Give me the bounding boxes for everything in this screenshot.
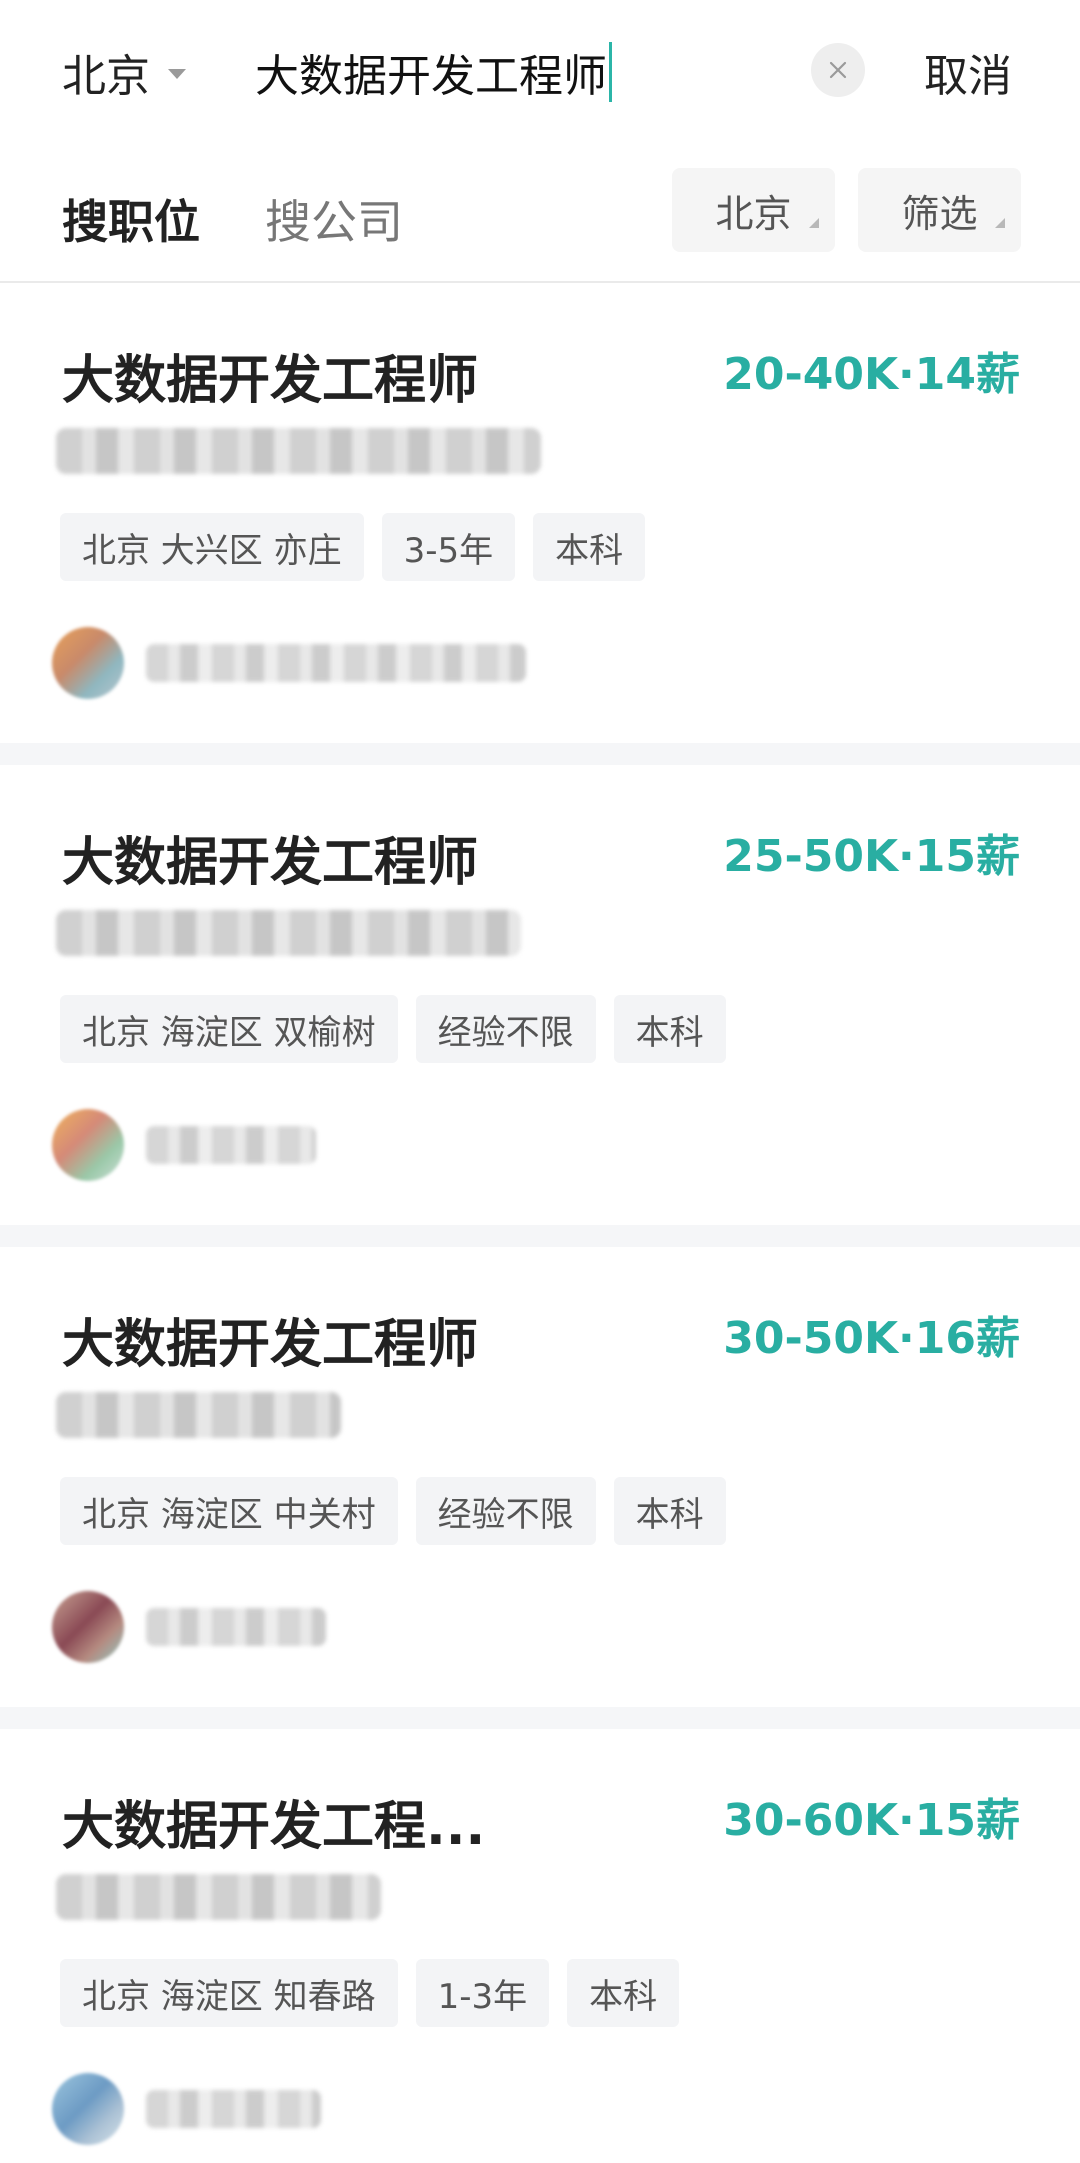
- company-info-blurred: [56, 1874, 381, 1920]
- job-title: 大数据开发工程师: [62, 833, 479, 893]
- tab-jobs[interactable]: 搜职位: [62, 186, 200, 252]
- clear-search-button[interactable]: [811, 43, 865, 97]
- company-info-blurred: [56, 1392, 341, 1438]
- recruiter-info-blurred: [146, 2090, 321, 2128]
- search-type-tabs: 搜职位 搜公司 北京 筛选: [0, 160, 1080, 270]
- caret-down-icon: [168, 69, 186, 79]
- job-card[interactable]: 大数据开发工程师 20-40K·14薪 北京 大兴区 亦庄 3-5年 本科: [0, 283, 1080, 743]
- experience-tag: 3-5年: [381, 513, 516, 581]
- location-tag: 北京 海淀区 知春路: [60, 1959, 398, 2027]
- avatar: [52, 2073, 124, 2145]
- corner-triangle-icon: [995, 218, 1005, 228]
- job-title: 大数据开发工程师: [62, 1315, 479, 1375]
- education-tag: 本科: [613, 995, 726, 1063]
- job-salary: 20-40K·14薪: [723, 349, 1020, 400]
- education-tag: 本科: [613, 1477, 726, 1545]
- card-separator: [0, 1707, 1080, 1729]
- recruiter-info-blurred: [146, 1608, 326, 1646]
- company-info-blurred: [56, 428, 541, 474]
- recruiter-row: [52, 1587, 326, 1667]
- recruiter-row: [52, 2069, 321, 2149]
- tab-companies[interactable]: 搜公司: [265, 186, 403, 252]
- avatar: [52, 1591, 124, 1663]
- card-separator: [0, 743, 1080, 765]
- city-filter-button[interactable]: 北京: [672, 168, 835, 252]
- location-tag: 北京 海淀区 双榆树: [60, 995, 398, 1063]
- location-tag: 北京 海淀区 中关村: [60, 1477, 398, 1545]
- close-icon: [829, 61, 847, 79]
- city-filter-label: 北京: [715, 191, 792, 236]
- filter-label: 筛选: [901, 191, 978, 236]
- job-tags: 北京 海淀区 知春路 1-3年 本科: [60, 1959, 697, 2027]
- experience-tag: 经验不限: [415, 1477, 596, 1545]
- location-tag: 北京 大兴区 亦庄: [60, 513, 364, 581]
- recruiter-info-blurred: [146, 644, 526, 682]
- job-tags: 北京 大兴区 亦庄 3-5年 本科: [60, 513, 663, 581]
- job-title: 大数据开发工程...: [62, 1797, 486, 1857]
- search-bar: 北京 大数据开发工程师 取消: [0, 0, 1080, 140]
- education-tag: 本科: [533, 513, 646, 581]
- recruiter-row: [52, 623, 526, 703]
- job-card[interactable]: 大数据开发工程... 30-60K·15薪 北京 海淀区 知春路 1-3年 本科: [0, 1729, 1080, 2163]
- text-cursor: [609, 42, 612, 102]
- job-salary: 30-50K·16薪: [723, 1313, 1020, 1364]
- search-input[interactable]: 大数据开发工程师: [255, 36, 612, 108]
- cancel-button[interactable]: 取消: [924, 40, 1012, 104]
- filter-button[interactable]: 筛选: [858, 168, 1021, 252]
- recruiter-row: [52, 1105, 316, 1185]
- job-salary: 25-50K·15薪: [723, 831, 1020, 882]
- corner-triangle-icon: [809, 218, 819, 228]
- avatar: [52, 1109, 124, 1181]
- company-info-blurred: [56, 910, 521, 956]
- city-selector-label: 北京: [62, 51, 150, 102]
- avatar: [52, 627, 124, 699]
- job-tags: 北京 海淀区 中关村 经验不限 本科: [60, 1477, 744, 1545]
- job-salary: 30-60K·15薪: [723, 1795, 1020, 1846]
- job-title: 大数据开发工程师: [62, 351, 479, 411]
- card-separator: [0, 1225, 1080, 1247]
- job-card[interactable]: 大数据开发工程师 25-50K·15薪 北京 海淀区 双榆树 经验不限 本科: [0, 765, 1080, 1225]
- experience-tag: 经验不限: [415, 995, 596, 1063]
- city-selector[interactable]: 北京: [62, 40, 186, 104]
- experience-tag: 1-3年: [415, 1959, 550, 2027]
- job-card[interactable]: 大数据开发工程师 30-50K·16薪 北京 海淀区 中关村 经验不限 本科: [0, 1247, 1080, 1707]
- job-tags: 北京 海淀区 双榆树 经验不限 本科: [60, 995, 744, 1063]
- education-tag: 本科: [567, 1959, 680, 2027]
- search-query: 大数据开发工程师: [255, 51, 607, 102]
- recruiter-info-blurred: [146, 1126, 316, 1164]
